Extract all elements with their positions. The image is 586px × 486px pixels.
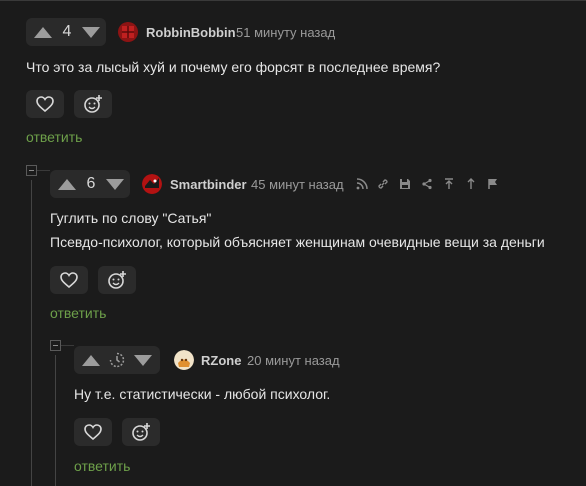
vote-up-button[interactable] <box>78 346 104 374</box>
flag-icon[interactable] <box>487 178 499 190</box>
vote-control: 4 <box>26 18 106 46</box>
collapse-minus-icon[interactable] <box>26 165 37 176</box>
comment-time[interactable]: 45 минут назад <box>251 177 344 192</box>
arrow-up-icon <box>58 178 76 190</box>
vote-down-button[interactable] <box>78 18 104 46</box>
vote-control <box>74 346 160 374</box>
thread-connector <box>37 170 50 171</box>
comment-text: Гуглить по слову "Сатья" <box>50 210 212 226</box>
avatar[interactable] <box>142 174 162 194</box>
comment-author[interactable]: RobbinBobbin <box>146 25 236 40</box>
vote-up-button[interactable] <box>54 170 80 198</box>
vote-down-button[interactable] <box>130 346 156 374</box>
arrow-up-icon <box>34 26 52 38</box>
thread-line <box>31 180 32 486</box>
thread-connector <box>61 345 74 346</box>
reaction-button[interactable] <box>122 418 160 446</box>
link-icon[interactable] <box>377 178 389 190</box>
reaction-button[interactable] <box>98 266 136 294</box>
rating-value: 6 <box>86 175 96 192</box>
reply-link[interactable]: ответить <box>26 129 82 145</box>
save-icon[interactable] <box>399 178 411 190</box>
clock-icon <box>109 352 125 368</box>
rating-value: 4 <box>62 23 72 40</box>
arrow-down-icon <box>134 354 152 366</box>
arrow-down-icon <box>106 178 124 190</box>
share-icon[interactable] <box>421 178 433 190</box>
top-divider <box>0 0 586 1</box>
comment-author[interactable]: Smartbinder <box>170 177 247 192</box>
avatar[interactable] <box>118 22 138 42</box>
vote-up-button[interactable] <box>30 18 56 46</box>
vote-control: 6 <box>50 170 130 198</box>
reply-link[interactable]: ответить <box>50 305 106 321</box>
comment-text: Что это за лысый хуй и почему его форсят… <box>26 59 441 75</box>
arrow-up-icon <box>82 354 100 366</box>
heart-icon <box>36 96 54 112</box>
to-top-icon[interactable] <box>443 178 455 190</box>
comment-time[interactable]: 51 минуту назад <box>236 25 335 40</box>
emoji-plus-icon <box>84 95 102 113</box>
reaction-button[interactable] <box>74 90 112 118</box>
avatar[interactable] <box>174 350 194 370</box>
reply-link[interactable]: ответить <box>74 458 130 474</box>
rating-pending <box>104 352 130 368</box>
comment-text: Псевдо-психолог, который объясняет женщи… <box>50 234 545 250</box>
like-button[interactable] <box>50 266 88 294</box>
collapse-minus-icon[interactable] <box>50 340 61 351</box>
comment-time[interactable]: 20 минут назад <box>247 353 340 368</box>
emoji-plus-icon <box>132 423 150 441</box>
rss-icon[interactable] <box>356 178 368 190</box>
comment-author[interactable]: RZone <box>201 353 241 368</box>
arrow-down-icon <box>82 26 100 38</box>
heart-icon <box>60 272 78 288</box>
like-button[interactable] <box>74 418 112 446</box>
thread-line <box>55 355 56 486</box>
to-parent-icon[interactable] <box>465 178 477 190</box>
emoji-plus-icon <box>108 271 126 289</box>
vote-down-button[interactable] <box>102 170 128 198</box>
heart-icon <box>84 424 102 440</box>
comment-text: Ну т.е. статистически - любой психолог. <box>74 386 331 402</box>
like-button[interactable] <box>26 90 64 118</box>
